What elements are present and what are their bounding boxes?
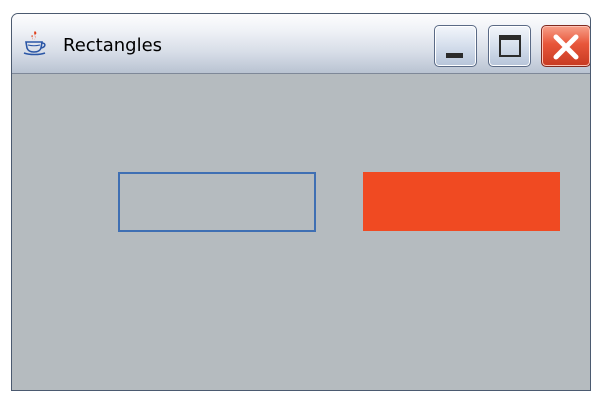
filled-rectangle — [363, 172, 560, 231]
java-cup-icon — [23, 31, 46, 56]
minimize-icon — [446, 53, 463, 58]
outlined-rectangle — [118, 172, 316, 232]
minimize-button[interactable] — [434, 25, 477, 67]
drawing-canvas — [12, 74, 590, 390]
close-button[interactable] — [541, 25, 590, 67]
maximize-icon — [499, 35, 521, 57]
close-icon — [553, 34, 579, 60]
title-bar[interactable]: Rectangles — [12, 14, 590, 74]
window-title: Rectangles — [63, 35, 163, 56]
app-window: Rectangles — [11, 13, 591, 391]
maximize-button[interactable] — [488, 25, 531, 67]
